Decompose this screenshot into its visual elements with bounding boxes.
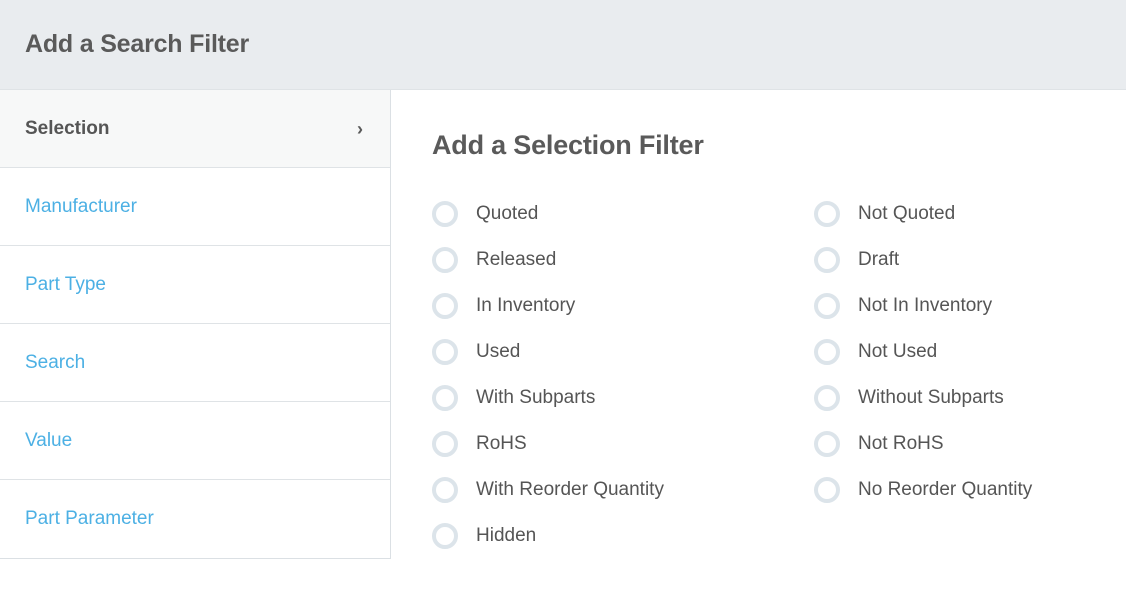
radio-option-label: Not In Inventory — [858, 295, 993, 316]
radio-option-label: RoHS — [476, 433, 527, 454]
radio-option-label: Quoted — [476, 203, 539, 224]
radio-option-draft[interactable]: Draft — [814, 237, 1114, 283]
radio-option-not-rohs[interactable]: Not RoHS — [814, 421, 1114, 467]
sidebar-item-label: Search — [25, 351, 86, 373]
radio-button-icon[interactable] — [432, 385, 458, 411]
radio-option-label: Not RoHS — [858, 433, 944, 454]
radio-option-not-in-inventory[interactable]: Not In Inventory — [814, 283, 1114, 329]
radio-option-not-used[interactable]: Not Used — [814, 329, 1114, 375]
radio-option-hidden[interactable]: Hidden — [432, 513, 814, 559]
radio-option-used[interactable]: Used — [432, 329, 814, 375]
radio-option-label: Not Used — [858, 341, 938, 362]
radio-option-with-reorder-quantity[interactable]: With Reorder Quantity — [432, 467, 814, 513]
dialog-body: Selection › Manufacturer Part Type Search Val… — [0, 90, 1126, 590]
options-column-right: Not Quoted Draft Not In Inventory Not Used W… — [814, 191, 1114, 559]
sidebar-item-label: Part Parameter — [25, 508, 154, 529]
radio-button-icon[interactable] — [432, 201, 458, 227]
radio-button-icon[interactable] — [432, 247, 458, 273]
sidebar-item-part-type[interactable]: Part Type — [0, 246, 390, 324]
radio-option-with-subparts[interactable]: With Subparts — [432, 375, 814, 421]
sidebar-item-search[interactable]: Search — [0, 324, 390, 402]
panel-title: Add a Selection Filter — [432, 130, 704, 160]
filter-options-panel: Add a Selection Filter Quoted Released In … — [391, 90, 1126, 559]
options-column-left: Quoted Released In Inventory Used With Subpa… — [432, 191, 814, 559]
sidebar-item-label: Selection — [25, 117, 110, 139]
radio-button-icon[interactable] — [814, 477, 840, 503]
radio-button-icon[interactable] — [432, 477, 458, 503]
radio-option-label: Draft — [858, 249, 900, 270]
sidebar-item-part-parameter[interactable]: Part Parameter — [0, 480, 390, 558]
radio-button-icon[interactable] — [814, 201, 840, 227]
radio-option-label: With Subparts — [476, 387, 596, 408]
sidebar-item-value[interactable]: Value — [0, 402, 390, 480]
radio-option-rohs[interactable]: RoHS — [432, 421, 814, 467]
selection-options-grid: Quoted Released In Inventory Used With Subpa… — [432, 191, 1126, 559]
add-search-filter-dialog: Add a Search Filter Selection › Manufactur… — [0, 0, 1126, 590]
radio-option-label: Not Quoted — [858, 203, 956, 224]
radio-button-icon[interactable] — [432, 523, 458, 549]
radio-option-without-subparts[interactable]: Without Subparts — [814, 375, 1114, 421]
sidebar-item-selection[interactable]: Selection › — [0, 90, 390, 168]
dialog-title: Add a Search Filter — [25, 30, 250, 58]
radio-option-in-inventory[interactable]: In Inventory — [432, 283, 814, 329]
filter-category-sidebar: Selection › Manufacturer Part Type Search Val… — [0, 90, 391, 559]
radio-button-icon[interactable] — [432, 293, 458, 319]
radio-option-label: With Reorder Quantity — [476, 479, 664, 500]
sidebar-item-label: Part Type — [25, 273, 106, 295]
radio-button-icon[interactable] — [814, 385, 840, 411]
radio-option-label: Released — [476, 249, 557, 270]
radio-option-label: Used — [476, 341, 521, 362]
radio-option-label: In Inventory — [476, 295, 576, 316]
sidebar-item-manufacturer[interactable]: Manufacturer — [0, 168, 390, 246]
radio-option-released[interactable]: Released — [432, 237, 814, 283]
radio-option-label: Hidden — [476, 525, 537, 546]
radio-button-icon[interactable] — [432, 339, 458, 365]
radio-option-no-reorder-quantity[interactable]: No Reorder Quantity — [814, 467, 1114, 513]
dialog-header: Add a Search Filter — [0, 0, 1126, 90]
radio-option-label: No Reorder Quantity — [858, 479, 1033, 500]
radio-option-label: Without Subparts — [858, 387, 1004, 408]
chevron-right-icon: › — [357, 118, 363, 139]
radio-button-icon[interactable] — [432, 431, 458, 457]
sidebar-item-label: Manufacturer — [25, 195, 137, 217]
radio-option-quoted[interactable]: Quoted — [432, 191, 814, 237]
radio-button-icon[interactable] — [814, 247, 840, 273]
sidebar-item-label: Value — [25, 429, 73, 451]
radio-option-not-quoted[interactable]: Not Quoted — [814, 191, 1114, 237]
radio-button-icon[interactable] — [814, 293, 840, 319]
radio-button-icon[interactable] — [814, 339, 840, 365]
radio-button-icon[interactable] — [814, 431, 840, 457]
